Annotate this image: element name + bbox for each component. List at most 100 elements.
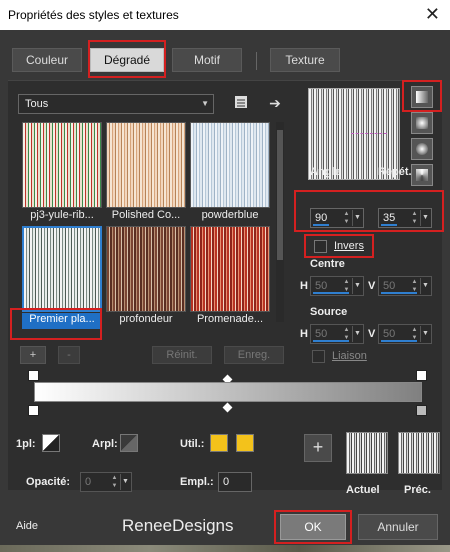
current-label: Actuel <box>346 484 380 496</box>
link-label: Liaison <box>332 350 367 362</box>
source-v-spinner[interactable]: 50 ▲ ▼ ▼ <box>378 324 432 344</box>
gradient-stop-bottom-left[interactable] <box>28 405 39 416</box>
source-h-spinner[interactable]: 50 ▲ ▼ ▼ <box>310 324 364 344</box>
background-plan-swatch[interactable] <box>120 434 138 452</box>
gradient-label: profondeur <box>119 313 173 325</box>
gradient-center-handle[interactable] <box>351 133 387 134</box>
source-v-label: V <box>368 328 376 340</box>
gradient-thumbnail <box>190 122 270 208</box>
repeat-label: Répét. <box>378 166 412 178</box>
remove-button[interactable]: - <box>58 346 80 364</box>
linear-gradient-icon <box>416 91 428 103</box>
user-color-label: Util.: <box>180 438 205 450</box>
center-h-label: H <box>300 280 308 292</box>
chevron-down-icon[interactable]: ▼ <box>120 474 130 490</box>
location-field[interactable]: 0 <box>218 472 252 492</box>
add-current-button[interactable]: + <box>304 434 332 462</box>
gradient-item[interactable]: Promenade... <box>190 226 270 325</box>
user-color-swatch-1[interactable] <box>210 434 228 452</box>
invert-label: Invers <box>334 240 364 252</box>
spin-updown-icon[interactable]: ▲ ▼ <box>342 210 351 226</box>
gradient-label: powderblue <box>201 209 259 221</box>
spinner-indicator <box>381 340 417 342</box>
angle-label: Angle <box>310 166 341 178</box>
opacity-spinner[interactable]: 0 ▲ ▼ ▼ <box>80 472 132 492</box>
source-label: Source <box>310 306 348 318</box>
reset-button[interactable]: Réinit. <box>152 346 212 364</box>
sunburst-type-button[interactable] <box>411 138 433 160</box>
gradient-stop-bottom-right[interactable] <box>416 405 427 416</box>
gradient-thumbnail <box>106 226 186 312</box>
gradient-thumbnail <box>22 226 102 312</box>
gradient-stop-top-left[interactable] <box>28 370 39 381</box>
radial-type-button[interactable] <box>411 164 433 186</box>
gradient-thumbnail <box>22 122 102 208</box>
chevron-down-icon[interactable]: ▼ <box>352 210 362 226</box>
spin-updown-icon[interactable]: ▲ ▼ <box>410 210 419 226</box>
background-plan-label: Arpl: <box>92 438 118 450</box>
source-h-label: H <box>300 328 308 340</box>
angle-value: 90 <box>315 212 328 224</box>
save-button[interactable]: Enreg. <box>224 346 284 364</box>
spinner-indicator <box>313 224 329 226</box>
category-value: Tous <box>25 98 49 110</box>
invert-checkbox[interactable] <box>314 240 327 253</box>
title-bar: Propriétés des styles et textures ✕ <box>0 0 450 30</box>
chevron-down-icon[interactable]: ▼ <box>352 278 362 294</box>
spin-updown-icon[interactable]: ▲ ▼ <box>110 474 119 490</box>
first-plan-swatch[interactable] <box>42 434 60 452</box>
chevron-down-icon[interactable]: ▼ <box>420 326 430 342</box>
gradient-editor-bar[interactable] <box>34 382 422 402</box>
location-value: 0 <box>223 476 230 488</box>
previous-gradient-thumbnail[interactable] <box>398 432 440 474</box>
gradient-item[interactable]: pj3-yule-rib... <box>22 122 102 221</box>
chevron-down-icon[interactable]: ▼ <box>420 210 430 226</box>
tab-couleur[interactable]: Couleur <box>12 48 82 72</box>
help-link[interactable]: Aide <box>16 520 38 532</box>
current-gradient-thumbnail[interactable] <box>346 432 388 474</box>
gradient-stop-top-right[interactable] <box>416 370 427 381</box>
user-color-swatch-2[interactable] <box>236 434 254 452</box>
category-dropdown[interactable]: Tous ▼ <box>18 94 214 114</box>
tab-texture[interactable]: Texture <box>270 48 340 72</box>
link-checkbox[interactable] <box>312 350 325 363</box>
gradient-label: Polished Co... <box>111 209 181 221</box>
center-h-spinner[interactable]: 50 ▲ ▼ ▼ <box>310 276 364 296</box>
first-plan-label: 1pl: <box>16 438 36 450</box>
spinner-indicator <box>313 292 349 294</box>
cancel-button[interactable]: Annuler <box>358 514 438 540</box>
background-strip <box>0 545 450 552</box>
gradient-item[interactable]: powderblue <box>190 122 270 221</box>
sunburst-gradient-icon <box>416 143 428 155</box>
gradient-item-selected[interactable]: Premier pla... <box>22 226 102 329</box>
center-label: Centre <box>310 258 345 270</box>
close-icon[interactable]: ✕ <box>425 4 440 24</box>
add-button[interactable]: + <box>20 346 46 364</box>
source-v-value: 50 <box>383 328 396 340</box>
library-browser-icon[interactable] <box>232 94 250 112</box>
chevron-down-icon[interactable]: ▼ <box>352 326 362 342</box>
gradient-thumbnail <box>106 122 186 208</box>
rectangular-type-button[interactable] <box>411 112 433 134</box>
opacity-label: Opacité: <box>26 476 71 488</box>
gradient-item[interactable]: profondeur <box>106 226 186 325</box>
location-label: Empl.: <box>180 476 214 488</box>
source-h-value: 50 <box>315 328 328 340</box>
previous-label: Préc. <box>404 484 431 496</box>
library-scrollbar[interactable] <box>276 122 284 322</box>
chevron-down-icon[interactable]: ▼ <box>420 278 430 294</box>
gradient-library: pj3-yule-rib... Polished Co... powderblu… <box>20 122 274 332</box>
center-v-value: 50 <box>383 280 396 292</box>
center-v-spinner[interactable]: 50 ▲ ▼ ▼ <box>378 276 432 296</box>
ok-button[interactable]: OK <box>280 514 346 540</box>
linear-type-button[interactable] <box>411 86 433 108</box>
arrow-right-icon[interactable]: ➔ <box>266 94 284 112</box>
tab-degrade[interactable]: Dégradé <box>90 48 164 72</box>
spinner-indicator <box>313 340 349 342</box>
tab-motif[interactable]: Motif <box>172 48 242 72</box>
scrollbar-thumb[interactable] <box>277 130 283 260</box>
angle-spinner[interactable]: 90 ▲ ▼ ▼ <box>310 208 364 228</box>
repeat-value: 35 <box>383 212 396 224</box>
gradient-item[interactable]: Polished Co... <box>106 122 186 221</box>
repeat-spinner[interactable]: 35 ▲ ▼ ▼ <box>378 208 432 228</box>
